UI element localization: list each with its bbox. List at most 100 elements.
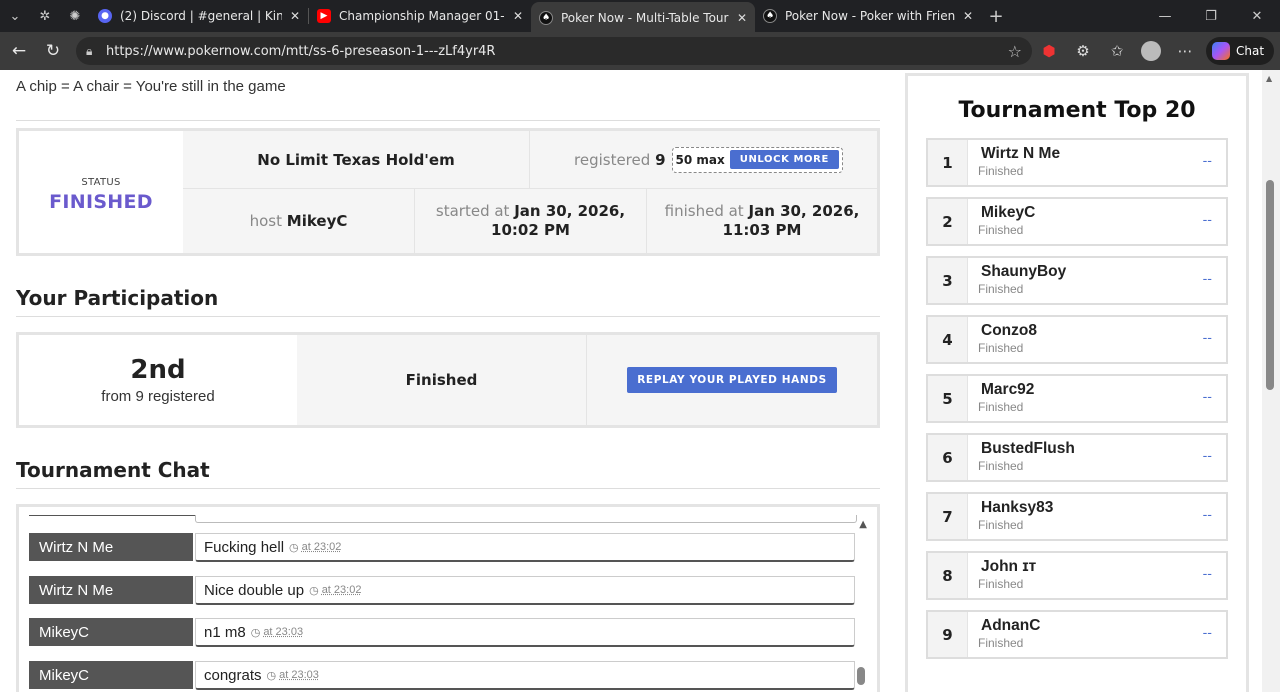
- page-scrollbar-thumb[interactable]: [1266, 180, 1274, 390]
- favorites-icon[interactable]: ✩: [1100, 34, 1134, 68]
- profile-avatar-icon[interactable]: [1134, 34, 1168, 68]
- pinned-tab-spider-icon[interactable]: ✲: [30, 2, 60, 30]
- leaderboard-row[interactable]: 4 Conzo8 Finished --: [926, 315, 1228, 364]
- tab-championship-manager[interactable]: ▶ Championship Manager 01-02 - Y ✕: [309, 2, 531, 30]
- back-arrow-icon[interactable]: ←: [2, 34, 36, 68]
- leaderboard-value: --: [1202, 213, 1212, 228]
- chat-previous-message: [195, 515, 857, 523]
- leaderboard-value: --: [1202, 508, 1212, 523]
- chat-author: MikeyC: [29, 618, 193, 646]
- replay-hands-button[interactable]: REPLAY YOUR PLAYED HANDS: [627, 367, 837, 393]
- leaderboard-row[interactable]: 8 John ɪᴛ Finished --: [926, 551, 1228, 600]
- leaderboard-player-name: AdnanC: [981, 617, 1041, 634]
- leaderboard-value: --: [1202, 154, 1212, 169]
- more-menu-icon[interactable]: ⋯: [1168, 34, 1202, 68]
- window-restore-icon[interactable]: ❐: [1188, 2, 1234, 30]
- tab-label: Championship Manager 01-02 - Y: [339, 9, 505, 23]
- tab-poker-now-tournament[interactable]: ♠ Poker Now - Multi-Table Tournam ✕: [531, 2, 755, 34]
- window-close-icon[interactable]: ✕: [1234, 2, 1280, 30]
- status-value: FINISHED: [49, 191, 153, 213]
- started-date: Jan 30, 2026,: [514, 202, 626, 220]
- tab-close-icon[interactable]: ✕: [513, 9, 523, 23]
- leaderboard-player-name: Conzo8: [981, 322, 1037, 339]
- divider: [16, 316, 880, 317]
- extension-shield-icon[interactable]: ⬢: [1032, 34, 1066, 68]
- leaderboard-position: 5: [928, 376, 968, 421]
- chat-author: Wirtz N Me: [29, 576, 193, 604]
- clock-icon: ◷: [309, 584, 319, 597]
- leaderboard-position: 1: [928, 140, 968, 185]
- leaderboard-row[interactable]: 2 MikeyC Finished --: [926, 197, 1228, 246]
- page-scrollbar[interactable]: ▲: [1262, 70, 1280, 692]
- host-name: MikeyC: [286, 212, 348, 230]
- finished-date: Jan 30, 2026,: [748, 202, 860, 220]
- chat-button-label: Chat: [1236, 44, 1265, 58]
- tab-discord[interactable]: ● (2) Discord | #general | King Of Th ✕: [90, 2, 308, 30]
- tab-label: (2) Discord | #general | King Of Th: [120, 9, 282, 23]
- leaderboard-value: --: [1202, 449, 1212, 464]
- chat-scroll-up-icon[interactable]: ▲: [859, 519, 867, 530]
- reload-icon[interactable]: ↻: [36, 34, 70, 68]
- tournament-slogan: A chip = A chair = You're still in the g…: [16, 78, 286, 95]
- chat-text: Fucking hell: [204, 538, 285, 556]
- leaderboard-row[interactable]: 6 BustedFlush Finished --: [926, 433, 1228, 482]
- finished-label: finished at: [664, 202, 744, 220]
- chat-message: MikeyC n1 m8 ◷ at 23:03: [29, 618, 855, 648]
- chat-author: Wirtz N Me: [29, 533, 193, 561]
- leaderboard-value: --: [1202, 390, 1212, 405]
- scroll-up-arrow-icon[interactable]: ▲: [1266, 74, 1272, 83]
- leaderboard-panel: Tournament Top 20 1 Wirtz N Me Finished …: [905, 73, 1249, 692]
- leaderboard-player-state: Finished: [978, 577, 1024, 591]
- participation-panel: 2nd from 9 registered Finished REPLAY YO…: [16, 332, 880, 428]
- chat-text: Nice double up: [204, 581, 305, 599]
- tab-label: Poker Now - Poker with Friends: [785, 9, 955, 23]
- leaderboard-row[interactable]: 5 Marc92 Finished --: [926, 374, 1228, 423]
- leaderboard-position: 2: [928, 199, 968, 244]
- divider: [16, 120, 880, 121]
- tab-actions-chevron-icon[interactable]: ⌄: [0, 2, 30, 30]
- tab-close-icon[interactable]: ✕: [737, 11, 747, 25]
- url-field[interactable]: 🔒︎ https://www.pokernow.com/mtt/ss-6-pre…: [76, 37, 1032, 65]
- extensions-puzzle-icon[interactable]: ⚙: [1066, 34, 1100, 68]
- tab-close-icon[interactable]: ✕: [290, 9, 300, 23]
- url-text: https://www.pokernow.com/mtt/ss-6-presea…: [106, 43, 496, 59]
- leaderboard-value: --: [1202, 331, 1212, 346]
- chat-scrollbar-thumb[interactable]: [857, 667, 865, 685]
- discord-icon: ●: [98, 9, 112, 23]
- unlock-more-button[interactable]: UNLOCK MORE: [729, 150, 839, 169]
- window-minimize-icon[interactable]: —: [1142, 2, 1188, 30]
- leaderboard-player-state: Finished: [978, 518, 1024, 532]
- chat-time: at 23:02: [321, 584, 362, 596]
- registered-count: 9: [655, 150, 666, 169]
- tab-label: Poker Now - Multi-Table Tournam: [561, 11, 729, 25]
- chat-time: at 23:02: [301, 541, 342, 553]
- tab-poker-now-friends[interactable]: ♠ Poker Now - Poker with Friends ✕: [755, 2, 981, 30]
- pinned-tab-openai-icon[interactable]: ✺: [60, 2, 90, 30]
- bookmark-star-icon[interactable]: ☆: [1008, 42, 1022, 61]
- status-cell: STATUS FINISHED: [19, 131, 183, 253]
- leaderboard-row[interactable]: 7 Hanksy83 Finished --: [926, 492, 1228, 541]
- finished-info: finished at Jan 30, 2026, 11:03 PM: [647, 188, 877, 253]
- leaderboard-player-name: BustedFlush: [981, 440, 1075, 457]
- copilot-chat-button[interactable]: Chat: [1206, 37, 1275, 65]
- leaderboard-player-name: Marc92: [981, 381, 1035, 398]
- leaderboard-player-state: Finished: [978, 636, 1024, 650]
- clock-icon: ◷: [289, 541, 299, 554]
- leaderboard-row[interactable]: 9 AdnanC Finished --: [926, 610, 1228, 659]
- tab-close-icon[interactable]: ✕: [963, 9, 973, 23]
- leaderboard-value: --: [1202, 272, 1212, 287]
- game-type: No Limit Texas Hold'em: [183, 131, 530, 188]
- max-players-box: 50 max UNLOCK MORE: [671, 146, 843, 173]
- leaderboard-row[interactable]: 3 ShaunyBoy Finished --: [926, 256, 1228, 305]
- chat-text-box: Nice double up ◷ at 23:02: [195, 576, 855, 605]
- browser-address-bar: ← ↻ 🔒︎ https://www.pokernow.com/mtt/ss-6…: [0, 32, 1280, 70]
- leaderboard-row[interactable]: 1 Wirtz N Me Finished --: [926, 138, 1228, 187]
- divider: [16, 488, 880, 489]
- chat-text-box: n1 m8 ◷ at 23:03: [195, 618, 855, 647]
- pokernow-icon: ♠: [763, 9, 777, 23]
- site-info-lock-icon[interactable]: 🔒︎: [86, 44, 106, 59]
- chat-previous-name: [29, 515, 195, 516]
- new-tab-plus-icon[interactable]: +: [981, 2, 1011, 30]
- status-label: STATUS: [81, 177, 121, 188]
- tournament-chat[interactable]: ▲ Wirtz N Me Fucking hell ◷ at 23:02 Wir…: [16, 504, 880, 692]
